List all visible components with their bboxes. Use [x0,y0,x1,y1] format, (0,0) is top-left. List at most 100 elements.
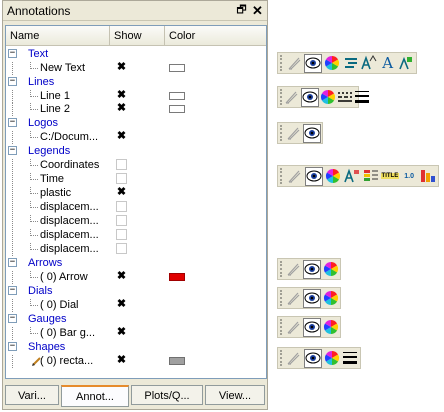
font-size-icon[interactable] [360,54,378,73]
color-swatch[interactable] [169,273,185,281]
tab-annotations[interactable]: Annot... [61,385,129,407]
collapse-icon[interactable]: − [8,342,17,351]
visibility-eye-icon[interactable] [303,317,322,337]
collapse-icon[interactable]: − [8,118,17,127]
show-checkbox[interactable]: ✖ [116,271,127,282]
legend-numbers-icon[interactable]: 1.0 [400,167,418,186]
tree-group-lines[interactable]: − Lines [6,76,266,89]
show-checkbox[interactable]: ✖ [116,327,127,338]
tree-item-displacement-3[interactable]: displacem... [6,229,266,242]
collapse-icon[interactable]: − [8,146,17,155]
tree-item-displacement-1[interactable]: displacem... [6,201,266,214]
show-checkbox[interactable]: ✖ [116,299,127,310]
show-checkbox[interactable]: ✖ [116,62,127,73]
tree-group-text[interactable]: − Text [6,48,266,61]
color-wheel-icon[interactable] [320,88,336,107]
color-wheel-icon[interactable] [324,167,342,186]
collapse-icon[interactable]: − [8,77,17,86]
tree-item-bar-gauge[interactable]: ( 0) Bar g... ✖ [6,327,266,340]
tree-item-displacement-4[interactable]: displacem... [6,243,266,256]
edit-annotation-icon[interactable] [286,318,303,337]
visibility-eye-icon[interactable] [301,87,319,107]
font-style-icon[interactable] [342,54,360,73]
toolbar-grip[interactable] [280,319,284,335]
legend-colors-icon[interactable] [362,167,380,186]
toolbar-grip[interactable] [280,89,282,105]
column-show-header[interactable]: Show [110,26,165,46]
tree-group-gauges[interactable]: − Gauges [6,313,266,326]
toolbar-grip[interactable] [280,55,284,71]
show-checkbox[interactable] [116,243,127,254]
tree-group-dials[interactable]: − Dials [6,285,266,298]
column-color-header[interactable]: Color [165,26,266,46]
tree-group-logos[interactable]: − Logos [6,117,266,130]
show-checkbox[interactable] [116,173,127,184]
font-icon[interactable]: A [379,54,397,73]
tree-group-arrows[interactable]: − Arrows [6,257,266,270]
color-swatch[interactable] [169,92,185,100]
tab-plots[interactable]: Plots/Q... [131,385,203,405]
tree-item-plastic[interactable]: plastic ✖ [6,187,266,200]
tree-item-coordinates[interactable]: Coordinates [6,159,266,172]
edit-annotation-icon[interactable] [286,289,303,308]
color-swatch[interactable] [169,64,185,72]
visibility-eye-icon[interactable] [303,123,321,143]
show-checkbox[interactable] [116,229,127,240]
visibility-eye-icon[interactable] [303,259,322,279]
line-width-icon[interactable] [354,88,370,107]
show-checkbox[interactable] [116,159,127,170]
tree-item-arrow[interactable]: ( 0) Arrow ✖ [6,271,266,284]
edit-annotation-icon[interactable] [286,349,303,368]
tree-item-new-text[interactable]: New Text ✖ [6,62,266,75]
visibility-eye-icon[interactable] [304,53,323,73]
edit-annotation-icon[interactable] [286,124,302,143]
toolbar-grip[interactable] [280,125,284,141]
tree-group-legends[interactable]: − Legends [6,145,266,158]
color-wheel-icon[interactable] [322,260,339,279]
edit-annotation-icon[interactable] [286,260,303,279]
tree-item-logo[interactable]: C:/Docum... ✖ [6,131,266,144]
collapse-icon[interactable]: − [8,49,17,58]
color-wheel-icon[interactable] [323,349,340,368]
toolbar-grip[interactable] [280,290,284,306]
legend-title-icon[interactable]: TITLE [380,167,400,186]
edit-annotation-icon[interactable] [286,167,304,186]
show-checkbox[interactable]: ✖ [116,131,127,142]
toolbar-grip[interactable] [280,261,284,277]
legend-font-icon[interactable] [343,167,361,186]
toolbar-grip[interactable] [280,168,284,184]
color-wheel-icon[interactable] [322,318,339,337]
collapse-icon[interactable]: − [8,286,17,295]
color-wheel-icon[interactable] [322,289,339,308]
tab-view[interactable]: View... [205,385,265,405]
tree-item-line-1[interactable]: Line 1 ✖ [6,90,266,103]
show-checkbox[interactable]: ✖ [116,90,127,101]
tree-item-rectangle[interactable]: ( 0) recta... ✖ [6,355,266,368]
line-width-icon[interactable] [342,349,359,368]
show-checkbox[interactable]: ✖ [116,103,127,114]
column-name-header[interactable]: Name [6,26,110,46]
tree-item-dial[interactable]: ( 0) Dial ✖ [6,299,266,312]
tab-variables[interactable]: Vari... [5,385,59,405]
show-checkbox[interactable]: ✖ [116,187,127,198]
line-style-icon[interactable] [337,88,353,107]
show-checkbox[interactable] [116,201,127,212]
show-checkbox[interactable]: ✖ [116,355,127,366]
collapse-icon[interactable]: − [8,314,17,323]
visibility-eye-icon[interactable] [304,348,323,368]
tree-group-shapes[interactable]: − Shapes [6,341,266,354]
edit-annotation-icon[interactable] [284,88,300,107]
collapse-icon[interactable]: − [8,258,17,267]
tree-item-line-2[interactable]: Line 2 ✖ [6,103,266,116]
edit-annotation-icon[interactable] [286,54,304,73]
color-swatch[interactable] [169,105,185,113]
toolbar-grip[interactable] [280,350,284,366]
color-wheel-icon[interactable] [323,54,341,73]
show-checkbox[interactable] [116,215,127,226]
text-position-icon[interactable] [397,54,415,73]
visibility-eye-icon[interactable] [304,166,323,186]
tree-item-displacement-2[interactable]: displacem... [6,215,266,228]
float-window-icon[interactable]: 🗗 [235,4,248,17]
legend-bar-icon[interactable] [419,167,437,186]
tree-item-time[interactable]: Time [6,173,266,186]
